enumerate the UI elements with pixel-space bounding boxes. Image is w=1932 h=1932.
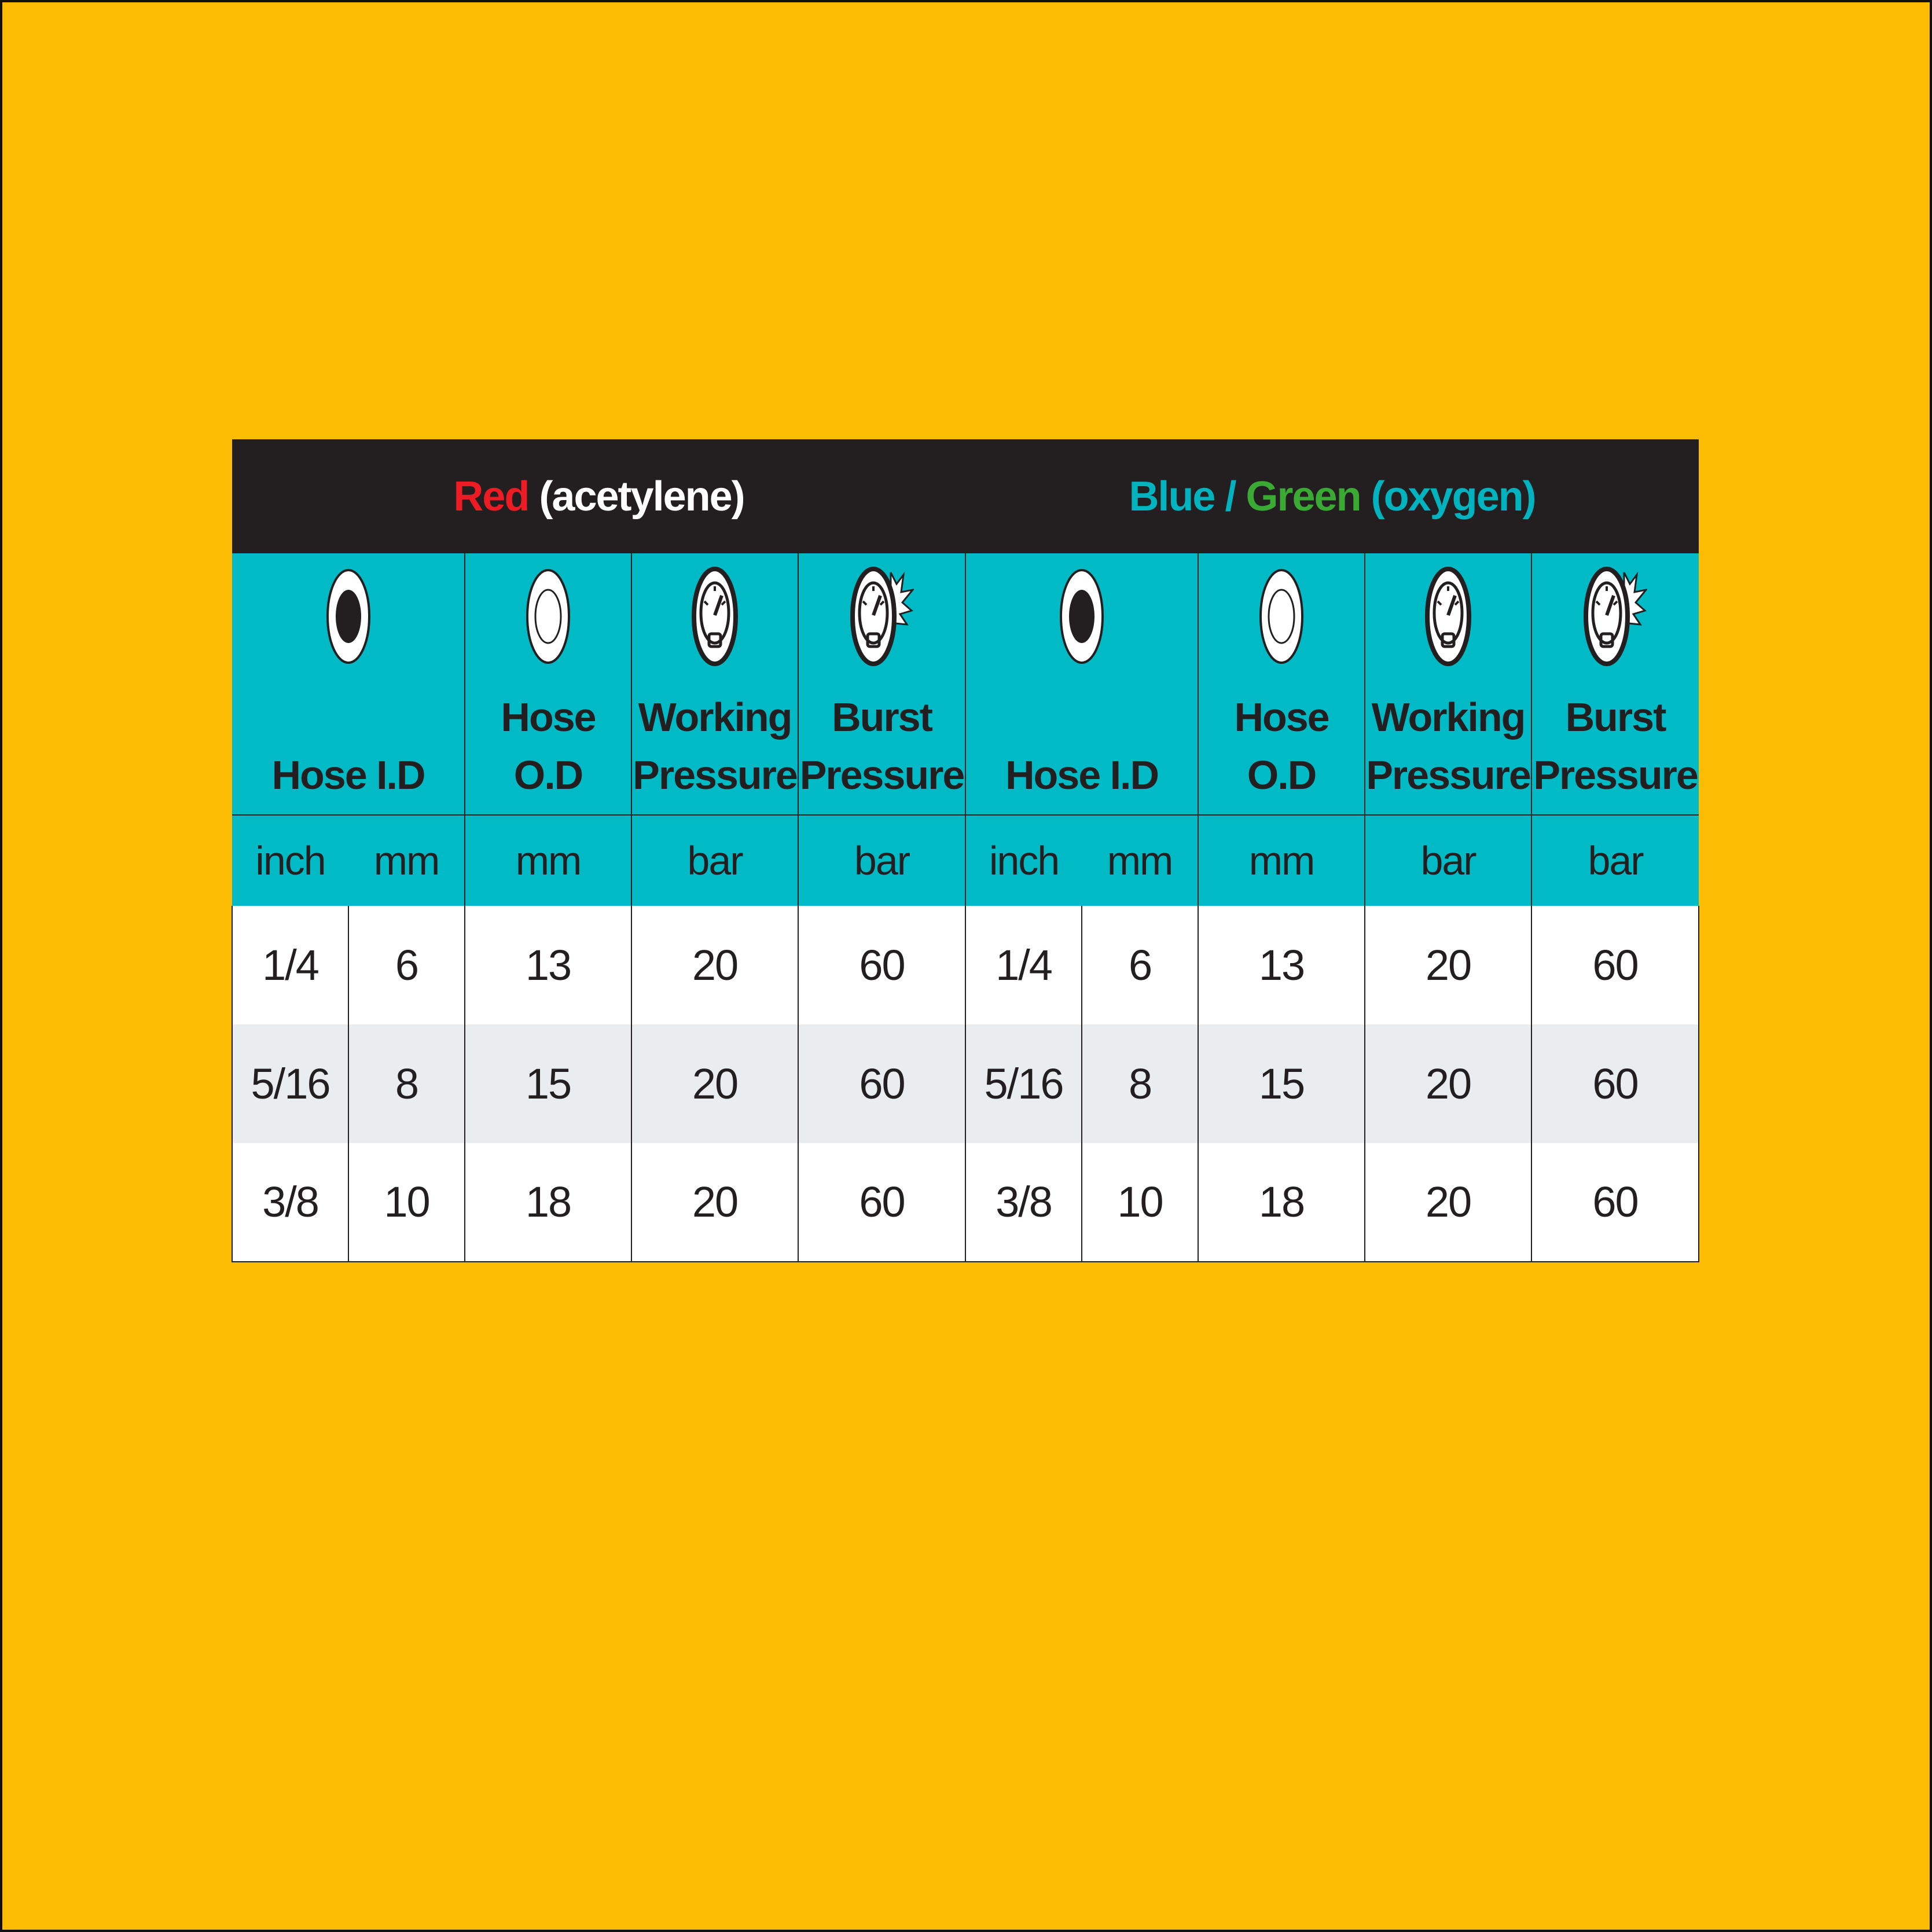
- working-pressure-line1: Working: [1371, 695, 1526, 740]
- hose-od-icon-cell-2: [1198, 553, 1365, 682]
- hose-id-icon-cell: [232, 553, 465, 682]
- cell-inch: 3/8: [965, 1143, 1082, 1263]
- cell-inch: 1/4: [232, 905, 348, 1024]
- hose-inner-diameter-icon: [1060, 568, 1104, 664]
- cell-id-mm: 8: [348, 1024, 465, 1143]
- cell-working-bar: 20: [1364, 1143, 1532, 1263]
- cell-od-mm: 18: [464, 1143, 631, 1263]
- cell-burst-bar: 60: [797, 1024, 966, 1143]
- cell-burst-bar: 60: [797, 1143, 966, 1263]
- hose-od-label-2: Hose O.D: [1198, 682, 1365, 816]
- table-row: 5/16 8 15 20 60 5/16 8 15 20 60: [232, 1024, 1700, 1143]
- column-label-row: Hose I.D Hose O.D Working Pressure Burst…: [232, 682, 1699, 816]
- working-pressure-line2: Pressure: [633, 752, 798, 798]
- cell-burst-bar: 60: [1531, 1024, 1700, 1143]
- working-pressure-label-2: Working Pressure: [1364, 682, 1532, 816]
- cell-od-mm: 13: [1198, 905, 1365, 1024]
- unit-working-bar-2: bar: [1364, 814, 1532, 906]
- hose-inner-diameter-icon: [326, 568, 370, 664]
- cell-burst-bar: 60: [797, 905, 966, 1024]
- cell-od-mm: 18: [1198, 1143, 1365, 1263]
- cell-working-bar: 20: [631, 905, 798, 1024]
- hose-id-icon-cell-2: [965, 553, 1199, 682]
- hose-spec-table: Red (acetylene) Blue / Green (oxygen) Ho…: [232, 439, 1700, 1263]
- table-row: 1/4 6 13 20 60 1/4 6 13 20 60: [232, 905, 1700, 1024]
- cell-inch: 3/8: [232, 1143, 348, 1263]
- acetylene-label: (acetylene): [539, 473, 745, 520]
- burst-pressure-line2: Pressure: [1533, 752, 1699, 798]
- hose-outer-diameter-icon: [526, 568, 570, 664]
- working-pressure-line1: Working: [638, 695, 793, 740]
- hose-id-label: Hose I.D: [232, 682, 465, 816]
- unit-row: inch mm mm bar bar inch mm mm bar bar: [232, 814, 1699, 906]
- burst-pressure-icon-cell: [797, 553, 966, 682]
- cell-burst-bar: 60: [1531, 1143, 1700, 1263]
- cell-inch: 1/4: [965, 905, 1082, 1024]
- burst-pressure-line2: Pressure: [799, 752, 965, 798]
- unit-id-mm-2: mm: [1082, 814, 1199, 906]
- cell-od-mm: 15: [1198, 1024, 1365, 1143]
- working-pressure-icon-cell-2: [1364, 553, 1532, 682]
- oxygen-label: (oxygen): [1371, 473, 1537, 520]
- burst-pressure-line1: Burst: [1565, 695, 1667, 740]
- cell-working-bar: 20: [1364, 905, 1532, 1024]
- cell-inch: 5/16: [232, 1024, 348, 1143]
- red-label: Red: [453, 473, 530, 520]
- cell-id-mm: 10: [348, 1143, 465, 1263]
- group-header-row: Red (acetylene) Blue / Green (oxygen): [232, 439, 1699, 554]
- pressure-gauge-icon: [1425, 566, 1472, 666]
- cell-working-bar: 20: [631, 1143, 798, 1263]
- hose-id-label-2: Hose I.D: [965, 682, 1199, 816]
- hose-outer-diameter-icon: [1259, 568, 1304, 664]
- cell-working-bar: 20: [1364, 1024, 1532, 1143]
- cell-od-mm: 15: [464, 1024, 631, 1143]
- burst-pressure-label: Burst Pressure: [797, 682, 966, 816]
- table-row: 3/8 10 18 20 60 3/8 10 18 20 60: [232, 1143, 1700, 1263]
- red-acetylene-header: Red (acetylene): [232, 439, 966, 554]
- working-pressure-icon-cell: [631, 553, 798, 682]
- unit-burst-bar-2: bar: [1531, 814, 1699, 906]
- burst-pressure-line1: Burst: [832, 695, 933, 740]
- cell-id-mm: 10: [1081, 1143, 1199, 1263]
- unit-inch-2: inch: [965, 814, 1082, 906]
- icon-row: [232, 553, 1699, 682]
- unit-inch: inch: [232, 814, 348, 906]
- burst-pressure-label-2: Burst Pressure: [1531, 682, 1699, 816]
- hose-od-label: Hose O.D: [464, 682, 631, 816]
- unit-working-bar: bar: [631, 814, 798, 906]
- hose-od-icon-cell: [464, 553, 631, 682]
- cell-id-mm: 8: [1081, 1024, 1199, 1143]
- cell-inch: 5/16: [965, 1024, 1082, 1143]
- slash-separator: /: [1214, 473, 1246, 520]
- cell-id-mm: 6: [1081, 905, 1199, 1024]
- blue-green-oxygen-header: Blue / Green (oxygen): [965, 439, 1699, 554]
- burst-pressure-icon-cell-2: [1531, 553, 1699, 682]
- cell-working-bar: 20: [631, 1024, 798, 1143]
- burst-gauge-icon: [1584, 566, 1648, 666]
- burst-gauge-icon: [850, 566, 914, 666]
- unit-id-mm: mm: [348, 814, 465, 906]
- blue-label: Blue: [1129, 473, 1215, 520]
- pressure-gauge-icon: [692, 566, 738, 666]
- unit-od-mm: mm: [464, 814, 631, 906]
- green-label: Green: [1246, 473, 1361, 520]
- spec-table-grid: Red (acetylene) Blue / Green (oxygen) Ho…: [232, 439, 1700, 1263]
- cell-id-mm: 6: [348, 905, 465, 1024]
- cell-burst-bar: 60: [1531, 905, 1700, 1024]
- working-pressure-label: Working Pressure: [631, 682, 798, 816]
- unit-burst-bar: bar: [797, 814, 966, 906]
- cell-od-mm: 13: [464, 905, 631, 1024]
- unit-od-mm-2: mm: [1198, 814, 1365, 906]
- working-pressure-line2: Pressure: [1366, 752, 1531, 798]
